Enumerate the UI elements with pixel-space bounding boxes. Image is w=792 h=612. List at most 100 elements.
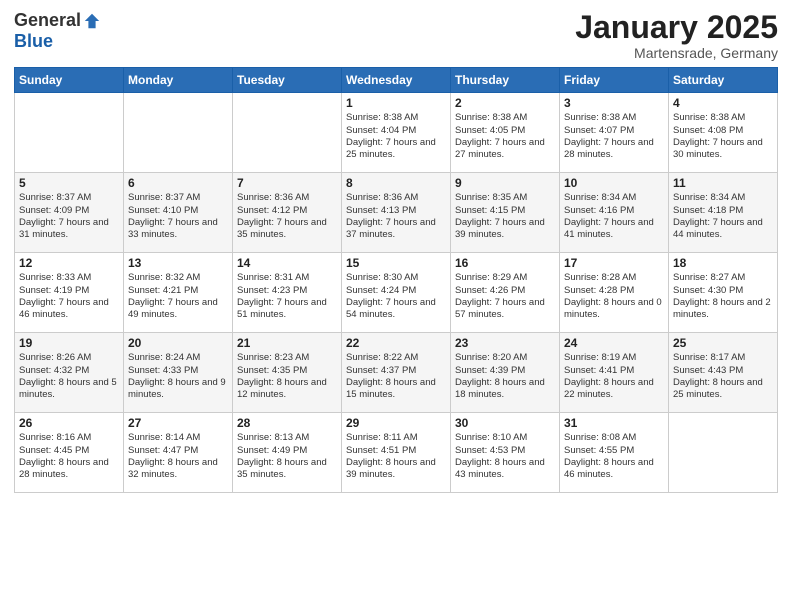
day-info: Sunrise: 8:37 AM Sunset: 4:10 PM Dayligh… bbox=[128, 192, 228, 241]
day-number: 7 bbox=[237, 176, 337, 190]
day-number: 19 bbox=[19, 336, 119, 350]
week-row-2: 12Sunrise: 8:33 AM Sunset: 4:19 PM Dayli… bbox=[15, 253, 778, 333]
header-row: Sunday Monday Tuesday Wednesday Thursday… bbox=[15, 68, 778, 93]
day-info: Sunrise: 8:26 AM Sunset: 4:32 PM Dayligh… bbox=[19, 352, 119, 401]
day-number: 27 bbox=[128, 416, 228, 430]
day-cell bbox=[669, 413, 778, 493]
day-number: 26 bbox=[19, 416, 119, 430]
logo-text-block: General Blue bbox=[14, 10, 101, 52]
header-sunday: Sunday bbox=[15, 68, 124, 93]
day-info: Sunrise: 8:28 AM Sunset: 4:28 PM Dayligh… bbox=[564, 272, 664, 321]
day-info: Sunrise: 8:24 AM Sunset: 4:33 PM Dayligh… bbox=[128, 352, 228, 401]
day-cell: 20 Sunrise: 8:24 AM Sunset: 4:33 PM Dayli… bbox=[124, 333, 233, 413]
day-info: Sunrise: 8:38 AM Sunset: 4:05 PM Dayligh… bbox=[455, 112, 555, 161]
day-info: Sunrise: 8:08 AM Sunset: 4:55 PM Dayligh… bbox=[564, 432, 664, 481]
day-cell: 8 Sunrise: 8:36 AM Sunset: 4:13 PM Daylig… bbox=[342, 173, 451, 253]
day-cell: 14 Sunrise: 8:31 AM Sunset: 4:23 PM Dayli… bbox=[233, 253, 342, 333]
header: General Blue January 2025 Martensrade, G… bbox=[14, 10, 778, 61]
logo: General Blue bbox=[14, 10, 101, 52]
day-cell: 15 Sunrise: 8:30 AM Sunset: 4:24 PM Dayli… bbox=[342, 253, 451, 333]
day-cell bbox=[233, 93, 342, 173]
day-info: Sunrise: 8:32 AM Sunset: 4:21 PM Dayligh… bbox=[128, 272, 228, 321]
main-container: General Blue January 2025 Martensrade, G… bbox=[0, 0, 792, 612]
calendar-header: Sunday Monday Tuesday Wednesday Thursday… bbox=[15, 68, 778, 93]
day-info: Sunrise: 8:19 AM Sunset: 4:41 PM Dayligh… bbox=[564, 352, 664, 401]
day-number: 17 bbox=[564, 256, 664, 270]
day-info: Sunrise: 8:29 AM Sunset: 4:26 PM Dayligh… bbox=[455, 272, 555, 321]
header-thursday: Thursday bbox=[451, 68, 560, 93]
day-info: Sunrise: 8:36 AM Sunset: 4:13 PM Dayligh… bbox=[346, 192, 446, 241]
day-cell: 11Sunrise: 8:34 AM Sunset: 4:18 PM Dayli… bbox=[669, 173, 778, 253]
day-cell: 16 Sunrise: 8:29 AM Sunset: 4:26 PM Dayli… bbox=[451, 253, 560, 333]
day-number: 8 bbox=[346, 176, 446, 190]
day-cell: 24 Sunrise: 8:19 AM Sunset: 4:41 PM Dayli… bbox=[560, 333, 669, 413]
logo-general: General bbox=[14, 10, 81, 31]
day-number: 14 bbox=[237, 256, 337, 270]
calendar-body: 1Sunrise: 8:38 AM Sunset: 4:04 PM Daylig… bbox=[15, 93, 778, 493]
day-info: Sunrise: 8:16 AM Sunset: 4:45 PM Dayligh… bbox=[19, 432, 119, 481]
day-cell: 2Sunrise: 8:38 AM Sunset: 4:05 PM Daylig… bbox=[451, 93, 560, 173]
day-number: 18 bbox=[673, 256, 773, 270]
day-number: 25 bbox=[673, 336, 773, 350]
day-info: Sunrise: 8:34 AM Sunset: 4:16 PM Dayligh… bbox=[564, 192, 664, 241]
day-info: Sunrise: 8:22 AM Sunset: 4:37 PM Dayligh… bbox=[346, 352, 446, 401]
day-info: Sunrise: 8:35 AM Sunset: 4:15 PM Dayligh… bbox=[455, 192, 555, 241]
day-info: Sunrise: 8:38 AM Sunset: 4:08 PM Dayligh… bbox=[673, 112, 773, 161]
day-number: 10 bbox=[564, 176, 664, 190]
day-info: Sunrise: 8:30 AM Sunset: 4:24 PM Dayligh… bbox=[346, 272, 446, 321]
day-info: Sunrise: 8:20 AM Sunset: 4:39 PM Dayligh… bbox=[455, 352, 555, 401]
day-number: 28 bbox=[237, 416, 337, 430]
day-number: 11 bbox=[673, 176, 773, 190]
day-cell: 23 Sunrise: 8:20 AM Sunset: 4:39 PM Dayli… bbox=[451, 333, 560, 413]
day-info: Sunrise: 8:36 AM Sunset: 4:12 PM Dayligh… bbox=[237, 192, 337, 241]
day-info: Sunrise: 8:37 AM Sunset: 4:09 PM Dayligh… bbox=[19, 192, 119, 241]
day-number: 21 bbox=[237, 336, 337, 350]
day-cell: 7 Sunrise: 8:36 AM Sunset: 4:12 PM Daylig… bbox=[233, 173, 342, 253]
day-cell: 30 Sunrise: 8:10 AM Sunset: 4:53 PM Dayli… bbox=[451, 413, 560, 493]
day-cell bbox=[124, 93, 233, 173]
day-cell: 3Sunrise: 8:38 AM Sunset: 4:07 PM Daylig… bbox=[560, 93, 669, 173]
day-cell: 6 Sunrise: 8:37 AM Sunset: 4:10 PM Daylig… bbox=[124, 173, 233, 253]
day-cell: 10 Sunrise: 8:34 AM Sunset: 4:16 PM Dayli… bbox=[560, 173, 669, 253]
day-number: 23 bbox=[455, 336, 555, 350]
header-friday: Friday bbox=[560, 68, 669, 93]
day-number: 6 bbox=[128, 176, 228, 190]
week-row-4: 26 Sunrise: 8:16 AM Sunset: 4:45 PM Dayli… bbox=[15, 413, 778, 493]
week-row-3: 19 Sunrise: 8:26 AM Sunset: 4:32 PM Dayli… bbox=[15, 333, 778, 413]
day-cell: 19 Sunrise: 8:26 AM Sunset: 4:32 PM Dayli… bbox=[15, 333, 124, 413]
header-tuesday: Tuesday bbox=[233, 68, 342, 93]
day-info: Sunrise: 8:10 AM Sunset: 4:53 PM Dayligh… bbox=[455, 432, 555, 481]
day-number: 15 bbox=[346, 256, 446, 270]
day-cell: 29Sunrise: 8:11 AM Sunset: 4:51 PM Dayli… bbox=[342, 413, 451, 493]
header-monday: Monday bbox=[124, 68, 233, 93]
day-cell: 5 Sunrise: 8:37 AM Sunset: 4:09 PM Daylig… bbox=[15, 173, 124, 253]
day-cell: 21Sunrise: 8:23 AM Sunset: 4:35 PM Dayli… bbox=[233, 333, 342, 413]
day-number: 9 bbox=[455, 176, 555, 190]
day-info: Sunrise: 8:11 AM Sunset: 4:51 PM Dayligh… bbox=[346, 432, 446, 481]
day-number: 12 bbox=[19, 256, 119, 270]
calendar-table: Sunday Monday Tuesday Wednesday Thursday… bbox=[14, 67, 778, 493]
day-cell: 22 Sunrise: 8:22 AM Sunset: 4:37 PM Dayli… bbox=[342, 333, 451, 413]
day-info: Sunrise: 8:13 AM Sunset: 4:49 PM Dayligh… bbox=[237, 432, 337, 481]
day-cell: 4Sunrise: 8:38 AM Sunset: 4:08 PM Daylig… bbox=[669, 93, 778, 173]
day-number: 20 bbox=[128, 336, 228, 350]
day-number: 24 bbox=[564, 336, 664, 350]
day-cell: 18Sunrise: 8:27 AM Sunset: 4:30 PM Dayli… bbox=[669, 253, 778, 333]
day-cell bbox=[15, 93, 124, 173]
day-cell: 12Sunrise: 8:33 AM Sunset: 4:19 PM Dayli… bbox=[15, 253, 124, 333]
day-info: Sunrise: 8:31 AM Sunset: 4:23 PM Dayligh… bbox=[237, 272, 337, 321]
day-number: 30 bbox=[455, 416, 555, 430]
month-title: January 2025 bbox=[575, 10, 778, 45]
day-number: 22 bbox=[346, 336, 446, 350]
day-info: Sunrise: 8:17 AM Sunset: 4:43 PM Dayligh… bbox=[673, 352, 773, 401]
day-info: Sunrise: 8:38 AM Sunset: 4:07 PM Dayligh… bbox=[564, 112, 664, 161]
day-number: 5 bbox=[19, 176, 119, 190]
day-info: Sunrise: 8:38 AM Sunset: 4:04 PM Dayligh… bbox=[346, 112, 446, 161]
day-number: 16 bbox=[455, 256, 555, 270]
day-cell: 28 Sunrise: 8:13 AM Sunset: 4:49 PM Dayli… bbox=[233, 413, 342, 493]
day-number: 31 bbox=[564, 416, 664, 430]
day-cell: 17 Sunrise: 8:28 AM Sunset: 4:28 PM Dayli… bbox=[560, 253, 669, 333]
day-cell: 1Sunrise: 8:38 AM Sunset: 4:04 PM Daylig… bbox=[342, 93, 451, 173]
location: Martensrade, Germany bbox=[575, 45, 778, 61]
week-row-1: 5 Sunrise: 8:37 AM Sunset: 4:09 PM Daylig… bbox=[15, 173, 778, 253]
